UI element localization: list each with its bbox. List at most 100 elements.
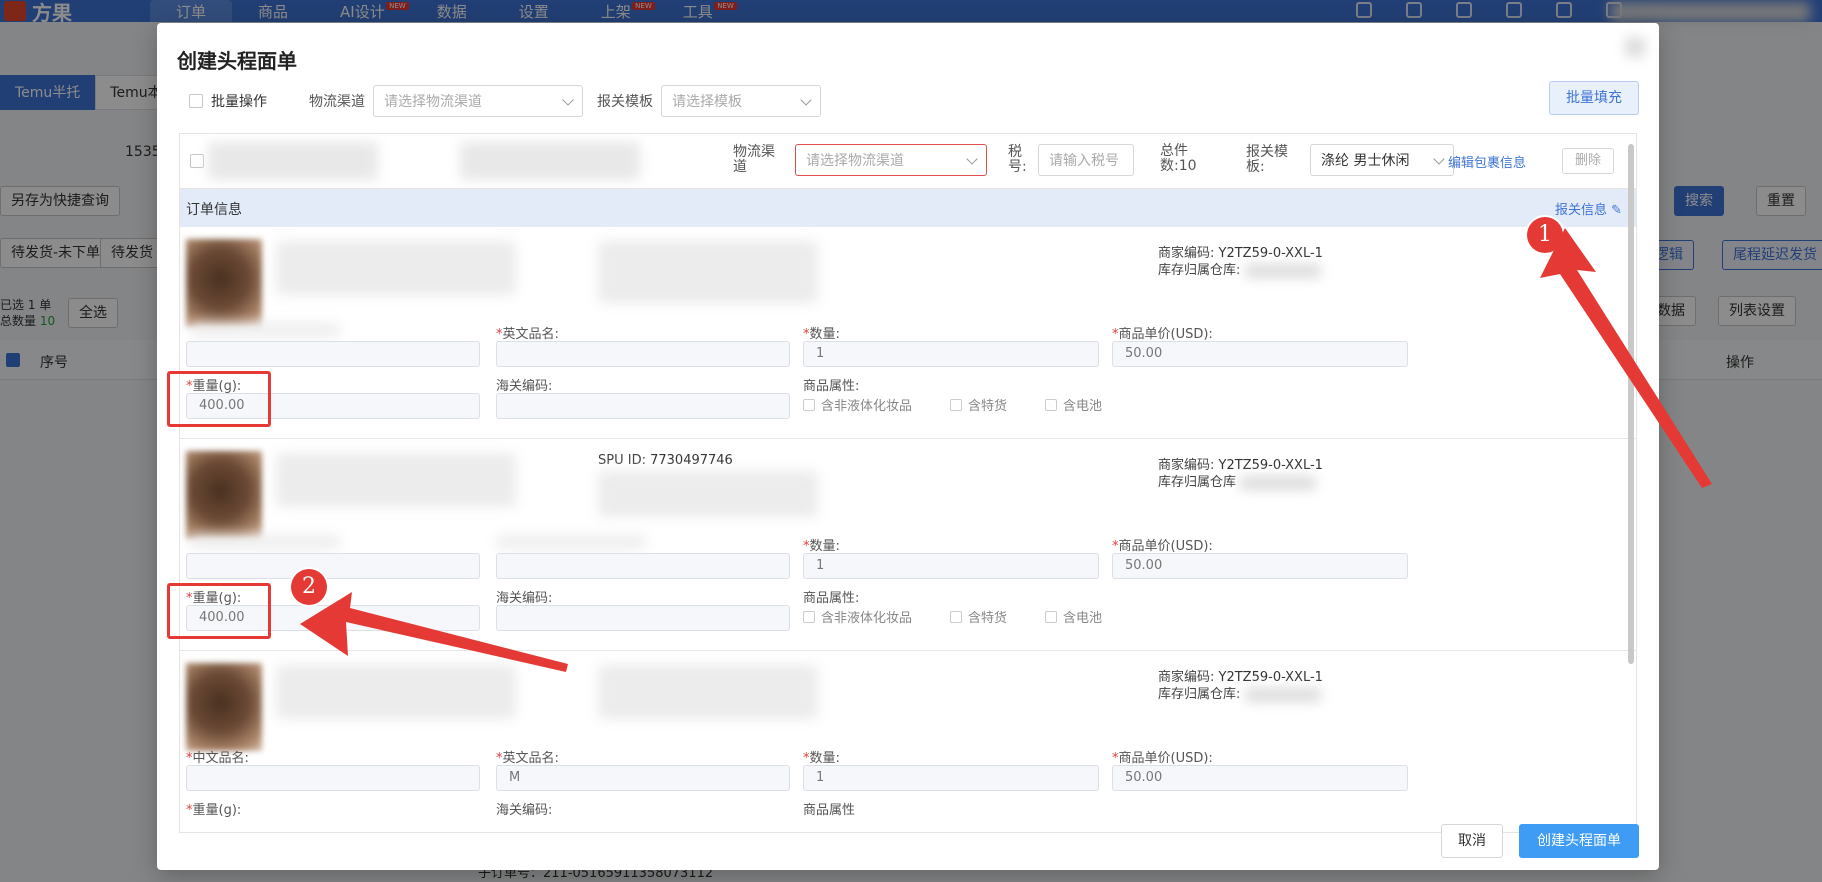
hs-code-label: 海关编码: [496, 591, 553, 606]
product-spec-blurred [598, 665, 818, 719]
customs-info-label: 报关信息 [1554, 203, 1607, 218]
chevron-down-icon [562, 94, 574, 106]
attr-special-checkbox[interactable] [950, 398, 963, 411]
attr-label: 商品属性: [803, 591, 860, 606]
product-thumbnail[interactable] [186, 663, 262, 751]
pkg-channel-select[interactable]: 请选择物流渠道 [795, 144, 987, 176]
product-title-blurred [276, 665, 516, 719]
en-name-label: *英文品名: [496, 327, 559, 342]
attr-label-text: 含非液体化妆品 [821, 399, 913, 414]
en-name-input[interactable] [496, 553, 790, 579]
delete-package-button[interactable]: 删除 [1562, 148, 1615, 174]
customs-info-link[interactable]: 报关信息 ✎ [1555, 199, 1622, 218]
batch-checkbox[interactable] [189, 94, 203, 108]
price-input[interactable]: 50.00 [1112, 765, 1408, 791]
en-name-input[interactable] [496, 341, 790, 367]
warehouse-label: 库存归属仓库 [1158, 475, 1237, 490]
warehouse-info: 库存归属仓库 [1158, 471, 1317, 490]
en-name-label: *英文品名: [496, 751, 559, 766]
warehouse-info: 库存归属仓库: [1158, 259, 1321, 278]
qty-label: *数量: [803, 327, 840, 342]
warehouse-info: 库存归属仓库: [1158, 683, 1321, 702]
order-item: SPU ID: 7730497746 商家编码: Y2TZ59-0-XXL-1 … [180, 439, 1636, 651]
annotation-box-weight-1 [167, 371, 271, 427]
attr-checkboxes: 含非液体化妆品 含特货 含电池 [803, 395, 1102, 414]
qty-input[interactable]: 1 [803, 341, 1099, 367]
order-item: 商家编码: Y2TZ59-0-XXL-1 库存归属仓库: *英文品名: *数量:… [180, 227, 1636, 439]
en-name-input[interactable]: M [496, 765, 790, 791]
attr-battery-checkbox[interactable] [1045, 610, 1058, 623]
product-thumbnail[interactable] [186, 239, 262, 327]
attr-label-text: 含非液体化妆品 [821, 611, 913, 626]
spu-id-value: 7730497746 [650, 453, 733, 468]
chevron-down-icon [1433, 153, 1445, 165]
label-text: 英文品名: [502, 751, 559, 766]
attr-label-text: 含特货 [968, 399, 1008, 414]
attr-label-text: 含电池 [1063, 611, 1103, 626]
warehouse-value-blurred [1244, 263, 1321, 278]
pkg-template-label: 报关模板: [1246, 144, 1288, 175]
qty-label: *数量: [803, 539, 840, 554]
label-text: 数量: [809, 327, 840, 342]
en-label-blurred [496, 535, 646, 549]
price-input[interactable]: 50.00 [1112, 341, 1408, 367]
warehouse-label: 库存归属仓库: [1158, 687, 1241, 702]
qty-input[interactable]: 1 [803, 553, 1099, 579]
annotation-number-2: 2 [291, 569, 327, 605]
cn-label-blurred [190, 323, 340, 337]
pkg-template-field: 报关模板: 涤纶 男士休闲 [1246, 144, 1454, 176]
pkg-channel-field: 物流渠道 请选择物流渠道 [733, 144, 987, 176]
batch-toolbar: 批量操作 物流渠道 请选择物流渠道 报关模板 请选择模板 批量填充 [177, 81, 1639, 121]
batch-fill-button[interactable]: 批量填充 [1549, 81, 1639, 115]
order-item: 商家编码: Y2TZ59-0-XXL-1 库存归属仓库: *中文品名: *英文品… [180, 651, 1636, 832]
package-info-blurred [460, 142, 640, 180]
attr-special-checkbox[interactable] [950, 610, 963, 623]
pkg-tax-label: 税号: [1008, 144, 1027, 175]
package-checkbox[interactable] [190, 154, 204, 168]
batch-label: 批量操作 [211, 94, 267, 110]
hs-code-input[interactable] [496, 393, 790, 419]
product-spec-blurred [598, 241, 818, 303]
cn-label-blurred [190, 535, 340, 549]
price-label: *商品单价(USD): [1112, 539, 1213, 554]
close-icon[interactable] [1625, 37, 1645, 57]
label-text: 数量: [809, 751, 840, 766]
annotation-number-1: 1 [1527, 217, 1563, 253]
create-label-button[interactable]: 创建头程面单 [1519, 824, 1639, 858]
dialog-title: 创建头程面单 [177, 49, 297, 73]
qty-input[interactable]: 1 [803, 765, 1099, 791]
label-text: 英文品名: [502, 327, 559, 342]
cn-name-input[interactable] [186, 765, 480, 791]
cn-name-input[interactable] [186, 341, 480, 367]
batch-template-select[interactable]: 请选择模板 [661, 85, 821, 117]
spu-id-info: SPU ID: 7730497746 [598, 453, 733, 468]
attr-battery-checkbox[interactable] [1045, 398, 1058, 411]
product-thumbnail[interactable] [186, 451, 262, 539]
cn-name-input[interactable] [186, 553, 480, 579]
label-text: 中文品名: [192, 751, 249, 766]
create-shipping-label-dialog: 创建头程面单 批量操作 物流渠道 请选择物流渠道 报关模板 请选择模板 批量填充… [157, 23, 1659, 870]
dialog-footer: 取消 创建头程面单 [1441, 824, 1639, 858]
pkg-tax-field: 税号: 请输入税号 [1008, 144, 1134, 176]
price-input[interactable]: 50.00 [1112, 553, 1408, 579]
hs-code-label: 海关编码: [496, 803, 553, 818]
cancel-button[interactable]: 取消 [1441, 824, 1503, 858]
package-list[interactable]: 物流渠道 请选择物流渠道 税号: 请输入税号 总件数:10 报关模板: 涤纶 男… [179, 133, 1637, 833]
hs-code-input[interactable] [496, 605, 790, 631]
batch-template-label: 报关模板 [597, 94, 653, 110]
product-title-blurred [276, 241, 516, 295]
attr-cosmetic-checkbox[interactable] [803, 610, 815, 623]
pkg-template-select[interactable]: 涤纶 男士休闲 [1310, 144, 1454, 176]
attr-label: 商品属性: [803, 379, 860, 394]
warehouse-value-blurred [1244, 687, 1321, 702]
attr-cosmetic-checkbox[interactable] [803, 398, 815, 411]
tax-number-input[interactable]: 请输入税号 [1038, 144, 1134, 176]
product-spec-blurred [598, 471, 818, 517]
batch-channel-select[interactable]: 请选择物流渠道 [373, 85, 583, 117]
select-placeholder: 请选择模板 [672, 94, 742, 110]
annotation-box-weight-2 [167, 583, 271, 639]
scrollbar[interactable] [1628, 144, 1634, 664]
batch-channel-label: 物流渠道 [309, 94, 365, 110]
edit-package-link[interactable]: 编辑包裹信息 [1448, 152, 1526, 171]
pkg-total-field: 总件数:10 [1160, 144, 1200, 174]
